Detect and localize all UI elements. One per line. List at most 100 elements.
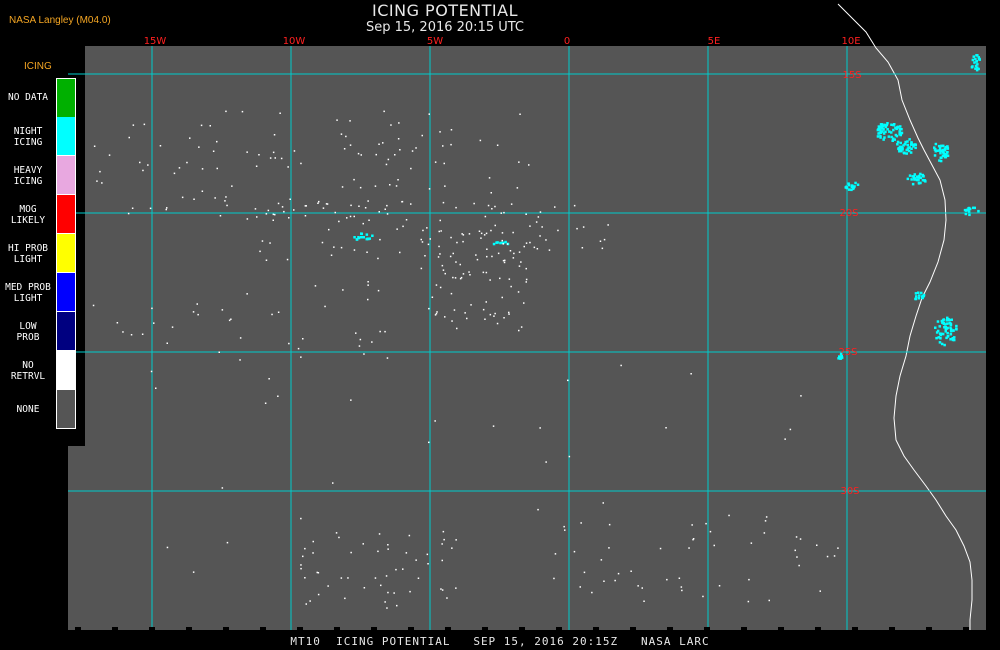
no-retrieval-pixel bbox=[518, 265, 521, 267]
no-retrieval-pixel bbox=[92, 304, 95, 307]
icing-pixel bbox=[357, 236, 361, 240]
no-retrieval-pixel bbox=[226, 541, 229, 544]
no-retrieval-pixel bbox=[402, 568, 404, 570]
no-retrieval-pixel bbox=[431, 296, 434, 298]
no-retrieval-pixel bbox=[225, 196, 227, 198]
no-retrieval-pixel bbox=[420, 267, 423, 270]
no-retrieval-pixel bbox=[268, 378, 270, 380]
no-retrieval-pixel bbox=[178, 167, 181, 169]
icing-pixel bbox=[914, 297, 918, 301]
icing-pixel bbox=[917, 297, 921, 300]
no-retrieval-pixel bbox=[608, 547, 610, 549]
no-retrieval-pixel bbox=[334, 211, 336, 214]
no-retrieval-pixel bbox=[525, 242, 528, 244]
no-retrieval-pixel bbox=[525, 213, 527, 215]
no-retrieval-pixel bbox=[193, 198, 195, 200]
icing-pixel bbox=[934, 142, 938, 146]
legend-label-line: LOW bbox=[19, 320, 37, 332]
no-retrieval-pixel bbox=[795, 536, 798, 538]
no-retrieval-pixel bbox=[475, 254, 477, 256]
no-retrieval-pixel bbox=[324, 305, 326, 308]
icing-pixel bbox=[854, 181, 857, 185]
lat-label: 30S bbox=[840, 486, 859, 497]
no-retrieval-pixel bbox=[454, 277, 457, 279]
icing-pixel bbox=[942, 151, 945, 155]
no-retrieval-pixel bbox=[512, 231, 514, 234]
no-retrieval-pixel bbox=[508, 313, 510, 315]
no-retrieval-pixel bbox=[750, 542, 753, 544]
tick-mark bbox=[112, 627, 118, 630]
icing-pixel bbox=[850, 188, 853, 192]
icing-pixel bbox=[951, 338, 955, 342]
no-retrieval-pixel bbox=[342, 289, 344, 291]
legend-label-line: MOG bbox=[19, 203, 37, 215]
no-retrieval-pixel bbox=[279, 112, 281, 114]
no-retrieval-pixel bbox=[506, 243, 509, 245]
no-retrieval-pixel bbox=[116, 322, 119, 324]
icing-pixel bbox=[910, 178, 913, 181]
tick-mark bbox=[260, 627, 266, 630]
no-retrieval-pixel bbox=[397, 138, 400, 140]
no-retrieval-pixel bbox=[353, 178, 355, 181]
no-retrieval-pixel bbox=[399, 149, 401, 151]
no-retrieval-pixel bbox=[347, 577, 349, 579]
lon-label: 15W bbox=[144, 36, 167, 47]
no-retrieval-pixel bbox=[93, 145, 96, 147]
no-retrieval-pixel bbox=[409, 590, 411, 593]
no-retrieval-pixel bbox=[255, 165, 258, 167]
icing-pixel bbox=[368, 237, 371, 240]
no-retrieval-pixel bbox=[473, 202, 475, 205]
no-retrieval-pixel bbox=[277, 395, 279, 397]
no-retrieval-pixel bbox=[444, 185, 446, 187]
no-retrieval-pixel bbox=[99, 170, 101, 173]
no-retrieval-pixel bbox=[518, 329, 520, 332]
no-retrieval-pixel bbox=[224, 200, 226, 202]
no-retrieval-pixel bbox=[494, 312, 496, 315]
no-retrieval-pixel bbox=[201, 168, 204, 170]
no-retrieval-pixel bbox=[468, 271, 470, 273]
legend-label-line: LIGHT bbox=[13, 253, 43, 265]
legend-label-line: RETRVL bbox=[10, 370, 46, 382]
icing-pixel bbox=[495, 241, 498, 244]
satellite-map: 15W 10W 5W 0 5E 10E 15S 20S 25S 30S bbox=[0, 3, 986, 630]
no-retrieval-pixel bbox=[405, 219, 408, 221]
no-retrieval-pixel bbox=[265, 213, 268, 215]
icing-pixel bbox=[879, 136, 882, 139]
no-retrieval-pixel bbox=[440, 588, 442, 590]
tick-mark bbox=[741, 627, 747, 630]
no-retrieval-pixel bbox=[435, 312, 438, 315]
no-retrieval-pixel bbox=[259, 250, 261, 253]
no-retrieval-pixel bbox=[705, 522, 707, 525]
no-retrieval-pixel bbox=[314, 285, 317, 287]
icing-pixel bbox=[946, 151, 949, 154]
tick-mark bbox=[408, 627, 414, 630]
no-retrieval-pixel bbox=[580, 522, 582, 524]
no-retrieval-pixel bbox=[681, 589, 683, 592]
no-retrieval-pixel bbox=[603, 580, 605, 582]
no-retrieval-pixel bbox=[221, 309, 224, 311]
no-retrieval-pixel bbox=[614, 579, 616, 582]
no-retrieval-pixel bbox=[239, 359, 241, 361]
no-retrieval-pixel bbox=[539, 211, 542, 213]
no-retrieval-pixel bbox=[127, 212, 130, 215]
icing-pixel bbox=[504, 240, 507, 244]
icing-pixel bbox=[968, 213, 971, 217]
no-retrieval-pixel bbox=[579, 586, 581, 588]
no-retrieval-pixel bbox=[517, 291, 520, 293]
icing-pixel bbox=[877, 125, 881, 128]
no-retrieval-pixel bbox=[643, 600, 645, 602]
no-retrieval-pixel bbox=[231, 185, 233, 187]
no-retrieval-pixel bbox=[427, 563, 429, 565]
no-retrieval-pixel bbox=[379, 330, 381, 333]
no-retrieval-pixel bbox=[488, 177, 491, 179]
no-retrieval-pixel bbox=[608, 523, 611, 526]
page-title: ICING POTENTIAL bbox=[371, 1, 518, 20]
legend-label: NO RETRVL bbox=[0, 360, 56, 382]
no-retrieval-pixel bbox=[264, 402, 267, 404]
no-retrieval-pixel bbox=[150, 370, 153, 373]
legend-label: NONE bbox=[0, 404, 56, 415]
icing-pixel bbox=[492, 242, 496, 246]
no-retrieval-pixel bbox=[525, 281, 527, 283]
no-retrieval-pixel bbox=[385, 163, 388, 166]
icing-pixel bbox=[948, 321, 952, 325]
